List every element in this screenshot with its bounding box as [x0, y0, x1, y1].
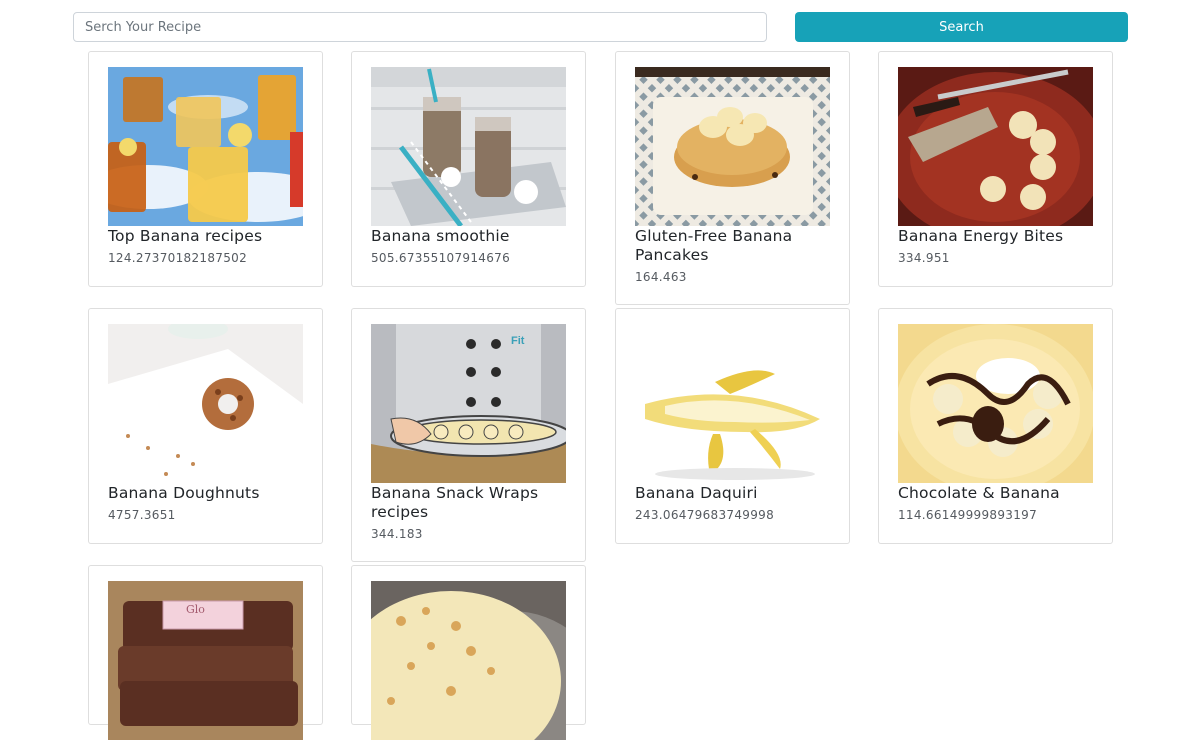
recipe-card[interactable]: Top Banana recipes 124.27370182187502 — [88, 51, 323, 287]
search-input[interactable] — [73, 12, 767, 42]
recipe-title[interactable]: Banana Daquiri — [635, 484, 835, 503]
recipe-score: 505.67355107914676 — [371, 251, 511, 265]
recipe-card[interactable]: Glo — [88, 565, 323, 740]
recipe-score: 164.463 — [635, 270, 687, 284]
chef-tray-image[interactable]: Fit — [371, 324, 566, 483]
recipe-card[interactable]: Banana Daquiri 243.06479683749998 — [615, 308, 850, 544]
recipe-card[interactable]: Fit Banana Snack Wraps recipes 344.183 — [351, 308, 586, 562]
pancakes-image[interactable] — [635, 67, 830, 226]
recipe-card[interactable]: Banana Energy Bites 334.951 — [878, 51, 1113, 287]
recipe-title[interactable]: Banana Energy Bites — [898, 227, 1098, 246]
recipe-title[interactable]: Banana smoothie — [371, 227, 571, 246]
recipe-score: 243.06479683749998 — [635, 508, 775, 522]
doughnut-image[interactable] — [108, 324, 303, 483]
recipe-score: 4757.3651 — [108, 508, 176, 522]
recipe-score: 334.951 — [898, 251, 950, 265]
chocolate-banana-image[interactable] — [898, 324, 1093, 483]
recipe-title[interactable]: Top Banana recipes — [108, 227, 308, 246]
recipe-title[interactable]: Chocolate & Banana — [898, 484, 1098, 503]
recipe-card[interactable]: Chocolate & Banana 114.66149999893197 — [878, 308, 1113, 544]
recipe-title[interactable]: Gluten-Free Banana Pancakes — [635, 227, 835, 265]
banana-pudding-image[interactable] — [371, 581, 566, 740]
svg-text:Fit: Fit — [511, 335, 525, 347]
snack-bar-image[interactable]: Glo — [108, 581, 303, 740]
recipe-card[interactable]: Gluten-Free Banana Pancakes 164.463 — [615, 51, 850, 305]
recipe-card[interactable] — [351, 565, 586, 740]
snack-bar-label-text: Glo — [186, 603, 205, 616]
recipe-card[interactable]: Banana smoothie 505.67355107914676 — [351, 51, 586, 287]
recipe-title[interactable]: Banana Snack Wraps recipes — [371, 484, 571, 522]
recipe-title[interactable]: Banana Doughnuts — [108, 484, 308, 503]
recipe-score: 344.183 — [371, 527, 423, 541]
search-button[interactable]: Search — [795, 12, 1128, 42]
recipe-score: 124.27370182187502 — [108, 251, 248, 265]
smoothie-jars-image[interactable] — [371, 67, 566, 226]
peeled-banana-image[interactable] — [635, 324, 830, 483]
energy-bites-image[interactable] — [898, 67, 1093, 226]
recipe-card[interactable]: Banana Doughnuts 4757.3651 — [88, 308, 323, 544]
recipe-score: 114.66149999893197 — [898, 508, 1038, 522]
iced-drinks-image[interactable] — [108, 67, 303, 226]
